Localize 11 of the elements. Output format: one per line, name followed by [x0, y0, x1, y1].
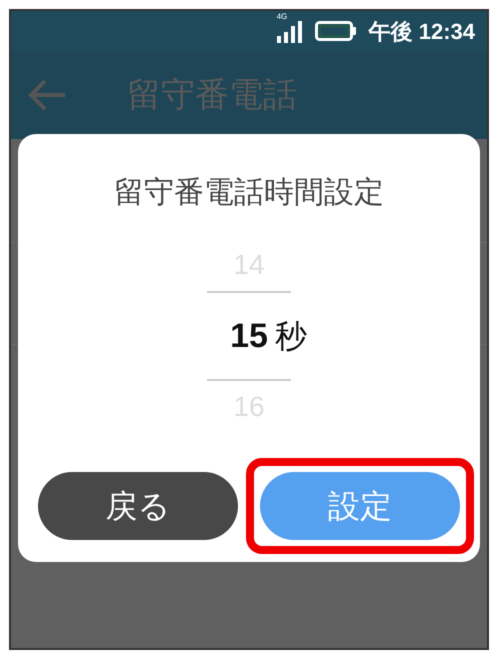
signal-icon — [276, 21, 303, 43]
back-arrow-icon[interactable] — [27, 79, 67, 111]
dialog-title: 留守番電話時間設定 — [114, 175, 384, 211]
back-button[interactable]: 戻る — [38, 472, 238, 540]
picker-value[interactable]: 15 — [230, 310, 268, 362]
app-bar-title: 留守番電話 — [127, 74, 297, 116]
status-time: 午後 12:34 — [368, 18, 475, 46]
unit-label: 秒 — [275, 317, 307, 356]
battery-icon — [314, 21, 357, 41]
set-button[interactable]: 設定 — [260, 472, 460, 540]
network-label: 4G — [276, 13, 288, 21]
